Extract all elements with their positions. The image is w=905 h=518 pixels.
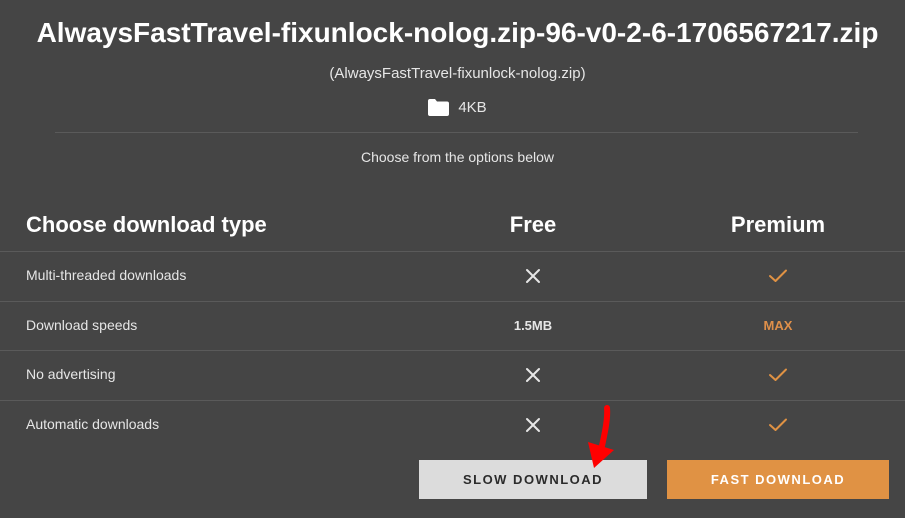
free-cell — [433, 251, 633, 300]
row-label: Download speeds — [26, 317, 138, 333]
file-size-row: 4KB — [0, 99, 905, 116]
header-premium: Premium — [730, 212, 826, 237]
file-original-name: (AlwaysFastTravel-fixunlock-nolog.zip) — [329, 65, 586, 82]
divider — [55, 132, 858, 133]
check-icon — [769, 418, 787, 431]
premium-cell — [678, 350, 878, 399]
cross-icon — [526, 367, 540, 382]
file-size: 4KB — [458, 99, 487, 116]
download-page: AlwaysFastTravel-fixunlock-nolog.zip-96-… — [0, 0, 905, 518]
file-title: AlwaysFastTravel-fixunlock-nolog.zip-96-… — [36, 17, 879, 48]
instructions-text: Choose from the options below — [361, 149, 554, 165]
premium-cell — [678, 400, 878, 449]
row-label: Automatic downloads — [26, 416, 160, 432]
comparison-row-automatic: Automatic downloads — [0, 400, 905, 449]
comparison-row-no-ads: No advertising — [0, 350, 905, 399]
premium-speed-value: MAX — [763, 318, 793, 333]
cross-icon — [526, 417, 540, 432]
check-icon — [769, 368, 787, 381]
free-cell: 1.5MB — [433, 301, 633, 350]
red-arrow-annotation-icon — [588, 405, 614, 468]
row-label: Multi-threaded downloads — [26, 267, 187, 283]
cross-icon — [526, 268, 540, 283]
free-speed-value: 1.5MB — [513, 318, 553, 333]
comparison-header: Choose download type Free Premium — [0, 208, 905, 242]
header-free: Free — [509, 212, 557, 237]
comparison-row-speed: Download speeds 1.5MB MAX — [0, 301, 905, 350]
premium-cell: MAX — [678, 301, 878, 350]
free-cell — [433, 350, 633, 399]
check-icon — [769, 269, 787, 282]
fast-download-button[interactable]: FAST DOWNLOAD — [667, 460, 889, 499]
row-label: No advertising — [26, 366, 116, 382]
premium-cell — [678, 251, 878, 300]
header-download-type: Choose download type — [26, 212, 267, 237]
folder-icon — [428, 99, 450, 116]
comparison-row-multithreaded: Multi-threaded downloads — [0, 251, 905, 300]
